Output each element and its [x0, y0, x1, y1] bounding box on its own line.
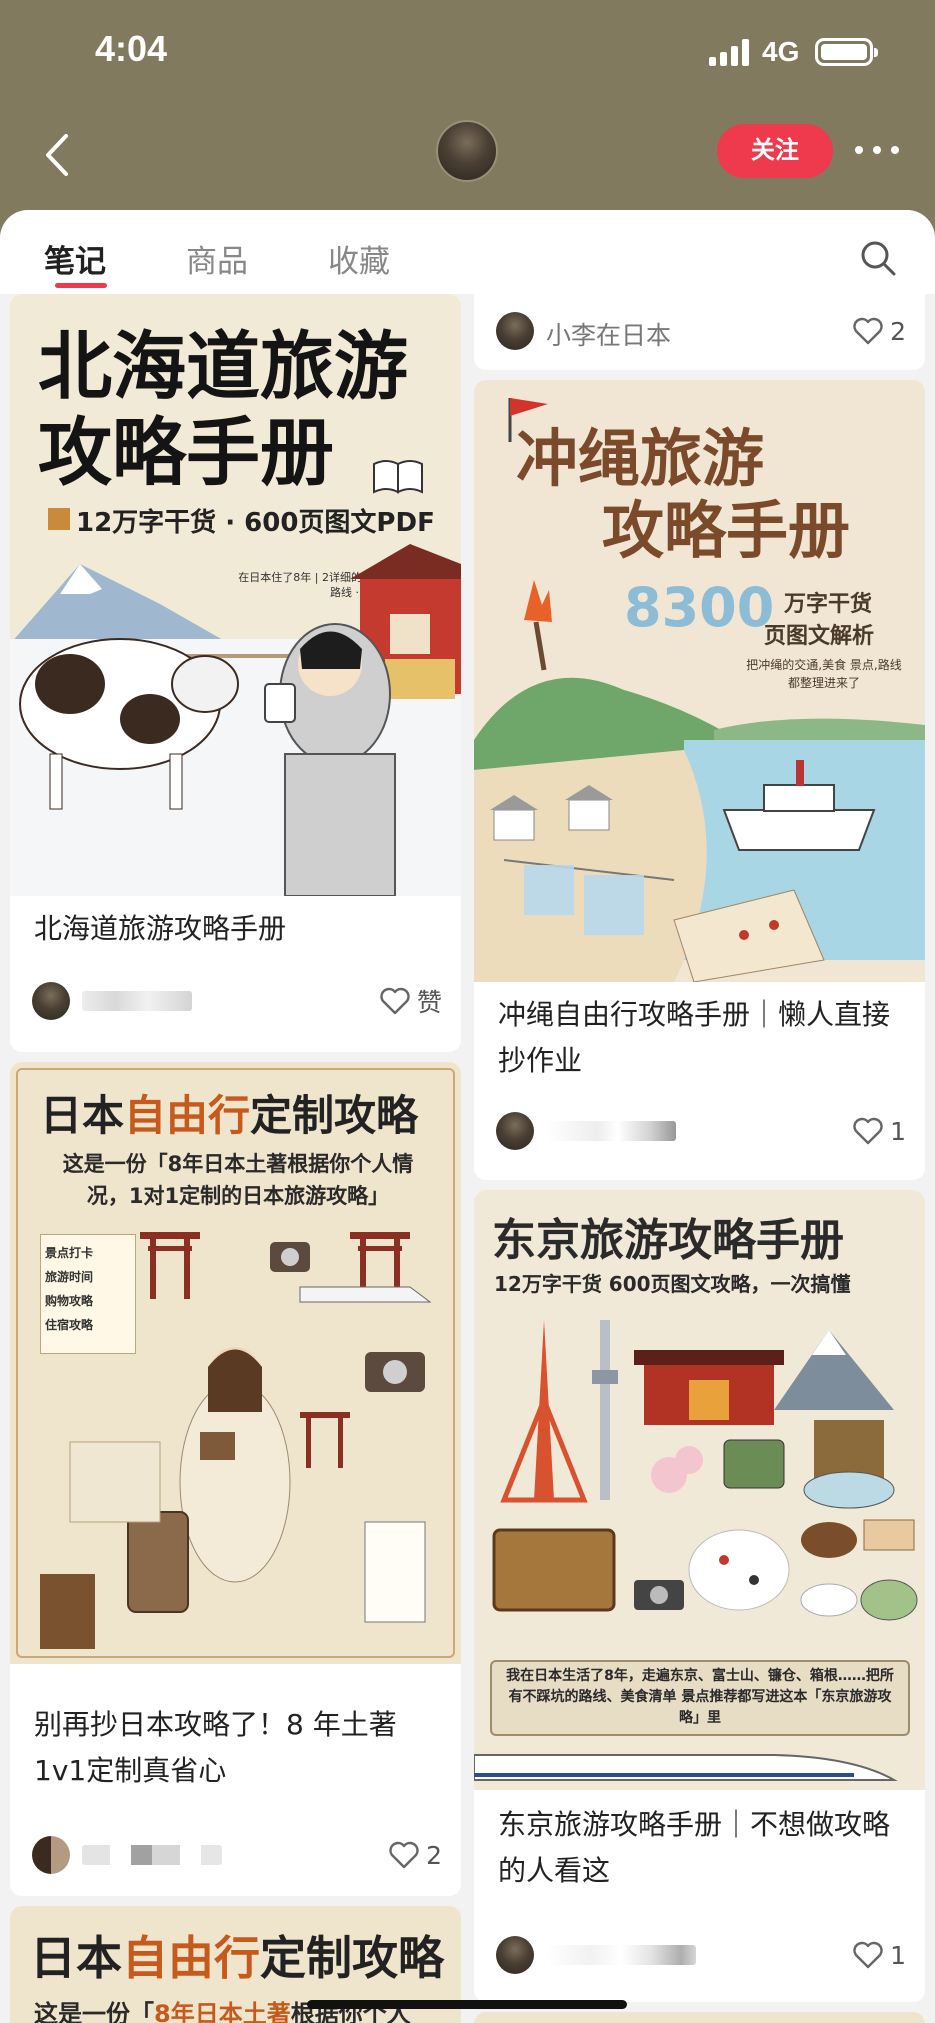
note-card-tokyo[interactable]: 东京旅游攻略手册 12万字干货 600页图文攻略，一次搞懂 我在日本生活了8年，… [474, 1190, 925, 2002]
poster-subtitle: 12万字干货 · 600页图文PDF [76, 508, 435, 538]
note-title[interactable]: 北海道旅游攻略手册 [34, 906, 444, 952]
author-avatar[interactable] [32, 1836, 70, 1874]
author-name-blurred [82, 991, 192, 1011]
author-name-blurred [546, 1121, 676, 1141]
like-button[interactable]: 赞 [379, 984, 442, 1018]
tab-bar: 笔记 商品 收藏 [0, 210, 935, 294]
poster-title-line1: 北海道旅游 [38, 324, 408, 410]
like-button[interactable]: 2 [388, 1838, 442, 1872]
poster-subtitle: 这是一份「8年日本土著根据你个人情况，1对1定制的日本旅游攻略」 [62, 1152, 414, 1208]
like-count: 1 [890, 1116, 906, 1146]
heart-icon [853, 1941, 883, 1969]
like-count: 2 [426, 1840, 442, 1870]
status-bar: 4:04 4G [0, 0, 935, 105]
heart-icon [389, 1841, 419, 1869]
open-book-icon [373, 460, 423, 494]
author-avatar[interactable] [436, 120, 498, 182]
like-count: 2 [890, 316, 906, 346]
active-tab-indicator [55, 283, 107, 288]
search-icon[interactable] [858, 238, 898, 278]
like-button[interactable]: 1 [852, 1938, 906, 1972]
cover-image-hokkaido: 北海道旅游 攻略手册 12万字干货 · 600页图文PDF 在日本住了8年 | … [10, 294, 461, 896]
battery-icon [815, 38, 878, 66]
heart-icon [853, 1117, 883, 1145]
note-card-custom-japan[interactable]: 日本自由行定制攻略 这是一份「8年日本土著根据你个人情况，1对1定制的日本旅游攻… [10, 1062, 461, 1896]
note-title[interactable]: 冲绳自由行攻略手册｜懒人直接抄作业 [498, 992, 908, 1084]
poster-title-line2: 攻略手册 [602, 494, 851, 567]
author-avatar[interactable] [496, 1936, 534, 1974]
author-name-blurred [546, 1945, 696, 1965]
note-meta: 赞 [32, 982, 442, 1022]
note-meta: 1 [496, 1112, 906, 1152]
hokkaido-illustration [10, 544, 461, 896]
home-indicator [307, 2000, 627, 2009]
like-button[interactable]: 1 [852, 1114, 906, 1148]
like-count: 赞 [416, 988, 442, 1017]
poster-title: 东京旅游攻略手册 [492, 1215, 844, 1266]
poster-note: 我在日本生活了8年，走遍东京、富士山、镰仓、箱根……把所有不踩坑的路线、美食清单… [506, 1668, 894, 1726]
follow-button[interactable]: 关注 [717, 124, 833, 178]
cover-image-tokyo: 东京旅游攻略手册 12万字干货 600页图文攻略，一次搞懂 我在日本生活了8年，… [474, 1190, 925, 1790]
content-panel: 笔记 商品 收藏 北海道旅游 攻略手册 12万字干货 · 600页图文PDF 在… [0, 210, 935, 2023]
note-card-hokkaido[interactable]: 北海道旅游 攻略手册 12万字干货 · 600页图文PDF 在日本住了8年 | … [10, 294, 461, 1052]
cellular-signal-icon [709, 38, 753, 66]
note-title[interactable]: 别再抄日本攻略了！8 年土著1v1定制真省心 [34, 1702, 444, 1794]
note-title[interactable]: 东京旅游攻略手册｜不想做攻略的人看这 [498, 1802, 908, 1894]
shinkansen-illustration [474, 1754, 898, 1781]
tokyo-illustration [492, 1320, 918, 1621]
more-options-icon[interactable] [855, 140, 899, 160]
poster-title: 日本自由行定制攻略 [40, 1091, 419, 1140]
note-meta: 小李在日本 2 [496, 312, 906, 352]
like-button[interactable]: 2 [852, 314, 906, 348]
author-avatar[interactable] [496, 1112, 534, 1150]
tab-notes[interactable]: 笔记 [44, 236, 106, 281]
note-meta: 1 [496, 1936, 906, 1976]
tab-products[interactable]: 商品 [186, 236, 248, 281]
back-chevron-icon[interactable] [38, 130, 78, 180]
poster-title: 日本自由行定制攻略 [30, 1931, 444, 1985]
cover-image-okinawa: 冲绳旅游 攻略手册 8300 万字干货 页图文解析 把冲绳的交通,美食 景点,路… [474, 380, 925, 982]
heart-icon [380, 987, 410, 1015]
travel-illustration [40, 1232, 432, 1649]
heart-icon [853, 317, 883, 345]
network-type: 4G [762, 36, 800, 67]
okinawa-illustration [474, 580, 925, 982]
author-name[interactable]: 小李在日本 [546, 316, 671, 352]
tab-favorites[interactable]: 收藏 [328, 236, 390, 281]
author-avatar[interactable] [32, 982, 70, 1020]
note-meta: 2 [32, 1836, 442, 1876]
poster-subtitle: 12万字干货 600页图文攻略，一次搞懂 [494, 1272, 851, 1296]
cover-image-custom-japan: 日本自由行定制攻略 这是一份「8年日本土著根据你个人情况，1对1定制的日本旅游攻… [10, 1062, 461, 1664]
bookmark-icon [48, 508, 70, 530]
poster-title-line2: 攻略手册 [38, 410, 334, 496]
author-name-blurred [82, 1845, 222, 1865]
author-avatar[interactable] [496, 312, 534, 350]
poster-title-line1: 冲绳旅游 [516, 422, 765, 495]
note-card-okinawa[interactable]: 冲绳旅游 攻略手册 8300 万字干货 页图文解析 把冲绳的交通,美食 景点,路… [474, 380, 925, 1180]
status-time: 4:04 [95, 28, 168, 69]
like-count: 1 [890, 1940, 906, 1970]
note-card-partial-bottom[interactable] [474, 2012, 925, 2023]
